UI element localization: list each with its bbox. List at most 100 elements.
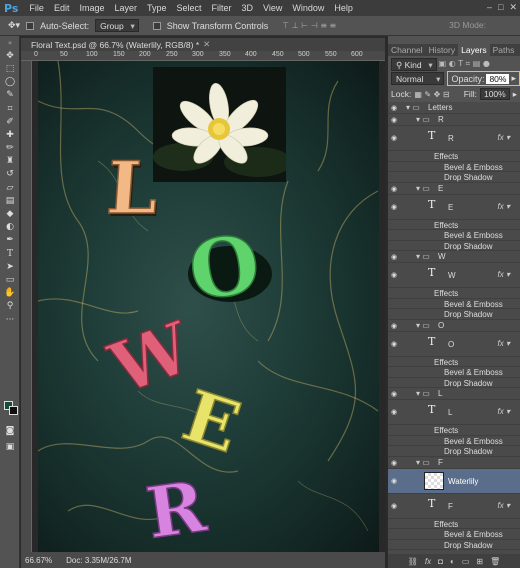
eraser-tool-icon[interactable]: ▱ (0, 181, 20, 194)
eye-icon[interactable]: ◉ (391, 408, 397, 416)
fx-icon[interactable]: fx ▾ (498, 407, 510, 416)
eye-icon[interactable]: ◉ (391, 477, 397, 485)
add-mask-icon[interactable]: ◘ (438, 557, 443, 566)
letter-W[interactable]: W (98, 304, 204, 411)
effects-row[interactable]: Effects (388, 151, 520, 162)
marquee-tool-icon[interactable]: ⬚ (0, 62, 20, 75)
fx-icon[interactable]: fx ▾ (498, 133, 510, 142)
tab-channel[interactable]: Channel (388, 44, 426, 56)
menu-help[interactable]: Help (329, 0, 358, 16)
zoom-level[interactable]: 66.67% (25, 556, 52, 565)
fill-input[interactable]: 100% (479, 88, 510, 100)
effect-shadow[interactable]: Drop Shadow (388, 309, 520, 320)
menu-type[interactable]: Type (142, 0, 172, 16)
close-icon[interactable]: ✕ (509, 2, 517, 13)
show-transform-checkbox[interactable] (152, 21, 161, 30)
folder-icon[interactable]: ▾ ▭ (416, 388, 430, 400)
menu-image[interactable]: Image (74, 0, 109, 16)
effect-shadow[interactable]: Drop Shadow (388, 172, 520, 183)
menu-layer[interactable]: Layer (109, 0, 142, 16)
auto-select-dropdown[interactable]: Group (95, 19, 139, 32)
path-select-tool-icon[interactable]: ➤ (0, 260, 20, 273)
layer-waterlily[interactable]: ◉ Waterlily (388, 468, 520, 494)
folder-icon[interactable]: ▾ ▭ (416, 320, 430, 332)
tab-history[interactable]: History (426, 44, 458, 56)
effect-bevel[interactable]: Bevel & Emboss (388, 436, 520, 446)
menu-window[interactable]: Window (287, 0, 329, 16)
link-layers-icon[interactable]: ⛓ (408, 557, 418, 566)
hand-tool-icon[interactable]: ✋ (0, 287, 20, 300)
effect-bevel[interactable]: Bevel & Emboss (388, 299, 520, 309)
layer-group-letters[interactable]: ◉ ▾ ▭ Letters (388, 102, 520, 114)
adjustment-layer-icon[interactable]: ◐ (450, 557, 455, 566)
history-brush-icon[interactable]: ↺ (0, 168, 20, 181)
opacity-input[interactable]: 80% (486, 73, 510, 84)
close-tab-icon[interactable]: ✕ (203, 39, 210, 50)
eye-icon[interactable]: ◉ (391, 271, 397, 279)
lock-icons[interactable]: ▦ ✎ ✥ ⊟ (414, 90, 449, 99)
effect-shadow[interactable]: Drop Shadow (388, 446, 520, 457)
opacity-control[interactable]: Opacity: 80% ▸ (447, 71, 520, 86)
folder-icon[interactable]: ▾ ▭ (416, 183, 430, 195)
letter-O[interactable]: O (183, 215, 267, 319)
folder-icon[interactable]: ▾ ▭ (416, 251, 430, 263)
stamp-tool-icon[interactable]: ♜ (0, 155, 20, 168)
zoom-tool-icon[interactable]: ⚲ (0, 300, 20, 313)
layer-group-o[interactable]: ◉ ▾ ▭ O (388, 320, 520, 332)
document-canvas[interactable]: L L O W E R (38, 61, 379, 552)
brush-tool-icon[interactable]: ✏ (0, 142, 20, 155)
document-tab[interactable]: Floral Text.psd @ 66.7% (Waterlily, RGB/… (21, 38, 385, 51)
eye-icon[interactable]: ◉ (391, 203, 397, 211)
align-icons[interactable]: ⊤ ⊥ ⊢ ⊣ ≡ ≡ (282, 21, 336, 30)
new-group-icon[interactable]: ▭ (462, 557, 470, 566)
background-color-swatch[interactable] (9, 406, 18, 415)
menu-filter[interactable]: Filter (207, 0, 237, 16)
add-style-icon[interactable]: fx (425, 557, 431, 566)
effects-row[interactable]: Effects (388, 220, 520, 230)
layer-w[interactable]: ◉ T W fx ▾ (388, 263, 520, 288)
tab-paths[interactable]: Paths (490, 44, 518, 56)
menu-select[interactable]: Select (172, 0, 207, 16)
healing-tool-icon[interactable]: ✚ (0, 128, 20, 141)
quick-mask-icon[interactable]: ◙ (0, 424, 20, 437)
layer-group-e[interactable]: ◉ ▾ ▭ E (388, 183, 520, 195)
folder-icon[interactable]: ▾ ▭ (416, 457, 430, 469)
new-layer-icon[interactable]: ⊞ (476, 557, 483, 566)
collapse-icon[interactable]: » (0, 36, 20, 49)
fx-icon[interactable]: fx ▾ (498, 270, 510, 279)
auto-select-checkbox[interactable] (26, 21, 35, 30)
minimize-icon[interactable]: – (487, 2, 492, 13)
canvas-area[interactable]: L L O W E R (32, 61, 385, 552)
lasso-tool-icon[interactable]: ◯ (0, 76, 20, 89)
pen-tool-icon[interactable]: ✒ (0, 234, 20, 247)
effect-bevel[interactable]: Bevel & Emboss (388, 230, 520, 241)
fx-icon[interactable]: fx ▾ (498, 202, 510, 211)
layer-o[interactable]: ◉ T O fx ▾ (388, 332, 520, 357)
filter-icons[interactable]: ▣ ◐ T ⌗ ▤ ● (439, 59, 490, 69)
screen-mode-icon[interactable]: ▣ (0, 440, 20, 453)
folder-icon[interactable]: ▾ ▭ (406, 102, 420, 114)
gradient-tool-icon[interactable]: ▤ (0, 194, 20, 207)
effect-bevel[interactable]: Bevel & Emboss (388, 529, 520, 540)
effect-shadow[interactable]: Drop Shadow (388, 241, 520, 251)
layer-group-w[interactable]: ◉ ▾ ▭ W (388, 251, 520, 263)
fx-icon[interactable]: fx ▾ (498, 501, 510, 510)
color-swatches[interactable] (4, 401, 18, 415)
dodge-tool-icon[interactable]: ◐ (0, 221, 20, 234)
eye-icon[interactable]: ◉ (391, 340, 397, 348)
eye-icon[interactable]: ◉ (391, 502, 397, 510)
more-tools-icon[interactable]: ··· (0, 313, 20, 326)
eye-icon[interactable]: ◉ (391, 134, 397, 142)
move-tool-icon[interactable]: ✥ (0, 49, 20, 62)
effects-row[interactable]: Effects (388, 425, 520, 436)
menu-view[interactable]: View (258, 0, 287, 16)
maximize-icon[interactable]: □ (498, 2, 503, 13)
fill-arrow-icon[interactable]: ▸ (513, 89, 517, 100)
layer-f[interactable]: ◉ T F fx ▾ (388, 494, 520, 519)
move-tool-icon[interactable]: ✥▾ (8, 21, 20, 31)
kind-filter-dropdown[interactable]: ⚲ Kind (391, 57, 437, 71)
layer-l[interactable]: ◉ T L fx ▾ (388, 400, 520, 425)
shape-tool-icon[interactable]: ▭ (0, 273, 20, 286)
eyedropper-tool-icon[interactable]: ✐ (0, 115, 20, 128)
menu-edit[interactable]: Edit (49, 0, 75, 16)
